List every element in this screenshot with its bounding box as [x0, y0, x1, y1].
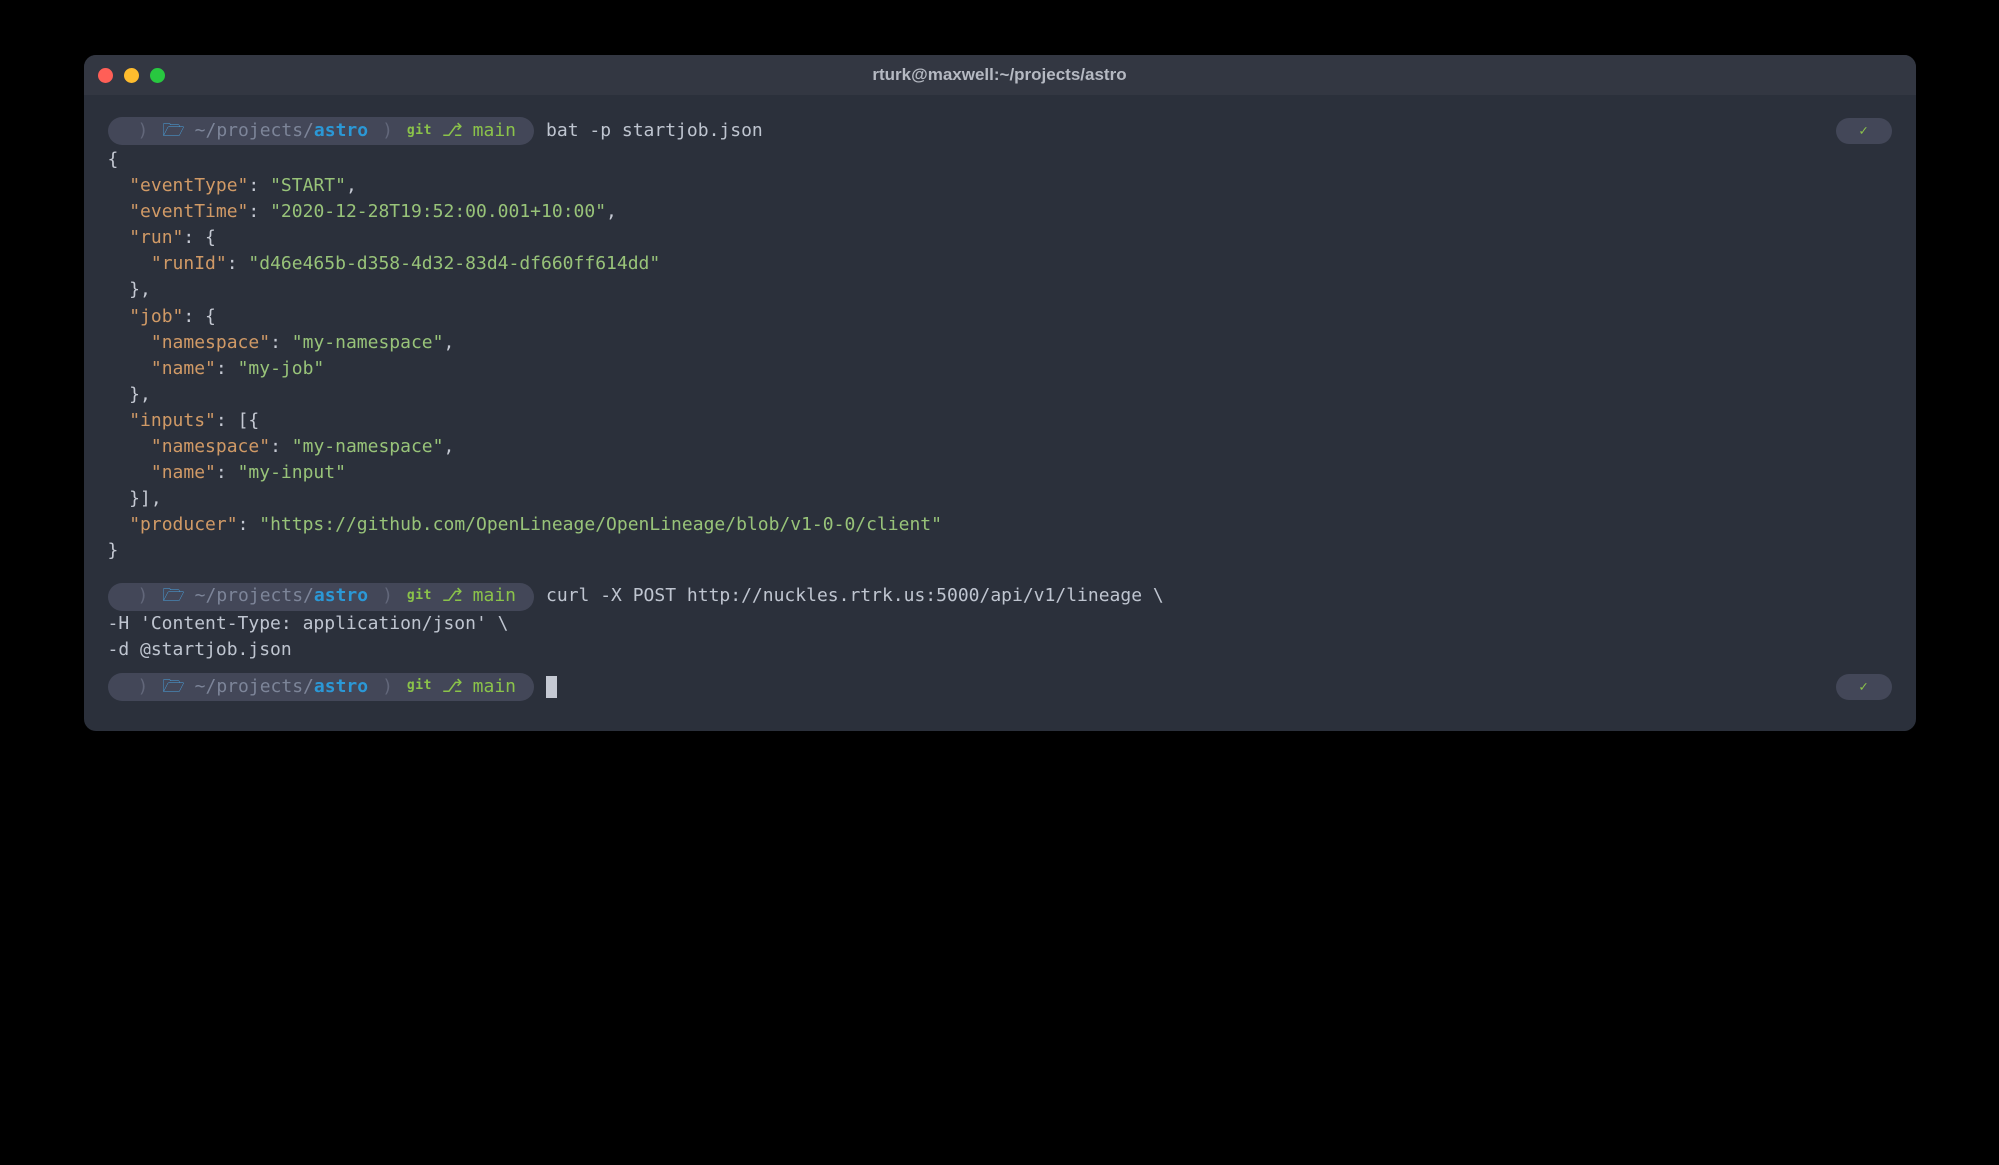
- json-output: { "eventType": "START", "eventTime": "20…: [108, 147, 1892, 565]
- window-controls: [98, 68, 165, 83]
- branch-icon: ⎇: [442, 583, 463, 609]
- git-label: git: [407, 587, 432, 606]
- path: ~/projects/astro: [195, 583, 368, 609]
- status-badge: ✓: [1836, 674, 1892, 700]
- close-icon[interactable]: [98, 68, 113, 83]
- branch-icon: ⎇: [442, 118, 463, 144]
- folder-icon: 🗁: [162, 583, 184, 609]
- command-continuation: -H 'Content-Type: application/json' \: [108, 611, 1892, 637]
- prompt-row-3: ) 🗁 ~/projects/astro ) git ⎇ main ✓: [108, 673, 1892, 701]
- separator: ): [382, 674, 393, 700]
- git-branch: main: [473, 674, 516, 700]
- cursor: [546, 676, 557, 698]
- command-text: bat -p startjob.json: [546, 118, 763, 144]
- path: ~/projects/astro: [195, 674, 368, 700]
- window-title: rturk@maxwell:~/projects/astro: [872, 63, 1126, 88]
- separator: ): [138, 583, 149, 609]
- git-label: git: [407, 677, 432, 696]
- prompt-segment-host: ) 🗁 ~/projects/astro ) git ⎇ main: [108, 673, 535, 701]
- folder-icon: 🗁: [162, 118, 184, 144]
- check-icon: ✓: [1859, 121, 1867, 141]
- prompt-row-2: ) 🗁 ~/projects/astro ) git ⎇ main curl -…: [108, 583, 1892, 611]
- folder-icon: 🗁: [162, 674, 184, 700]
- status-badge: ✓: [1836, 118, 1892, 144]
- prompt-segment-host: ) 🗁 ~/projects/astro ) git ⎇ main: [108, 583, 535, 611]
- branch-icon: ⎇: [442, 674, 463, 700]
- titlebar: rturk@maxwell:~/projects/astro: [84, 55, 1916, 95]
- git-branch: main: [473, 118, 516, 144]
- git-label: git: [407, 122, 432, 141]
- zoom-icon[interactable]: [150, 68, 165, 83]
- prompt-segment-host: ) 🗁 ~/projects/astro ) git ⎇ main: [108, 117, 535, 145]
- separator: ): [138, 118, 149, 144]
- path: ~/projects/astro: [195, 118, 368, 144]
- separator: ): [138, 674, 149, 700]
- minimize-icon[interactable]: [124, 68, 139, 83]
- separator: ): [382, 118, 393, 144]
- separator: ): [382, 583, 393, 609]
- terminal-window: rturk@maxwell:~/projects/astro ) 🗁 ~/pro…: [84, 55, 1916, 731]
- terminal-body[interactable]: ) 🗁 ~/projects/astro ) git ⎇ main bat -p…: [84, 95, 1916, 731]
- prompt-row-1: ) 🗁 ~/projects/astro ) git ⎇ main bat -p…: [108, 117, 1892, 145]
- command-continuation: -d @startjob.json: [108, 637, 1892, 663]
- git-branch: main: [473, 583, 516, 609]
- check-icon: ✓: [1859, 677, 1867, 697]
- command-text: curl -X POST http://nuckles.rtrk.us:5000…: [546, 583, 1164, 609]
